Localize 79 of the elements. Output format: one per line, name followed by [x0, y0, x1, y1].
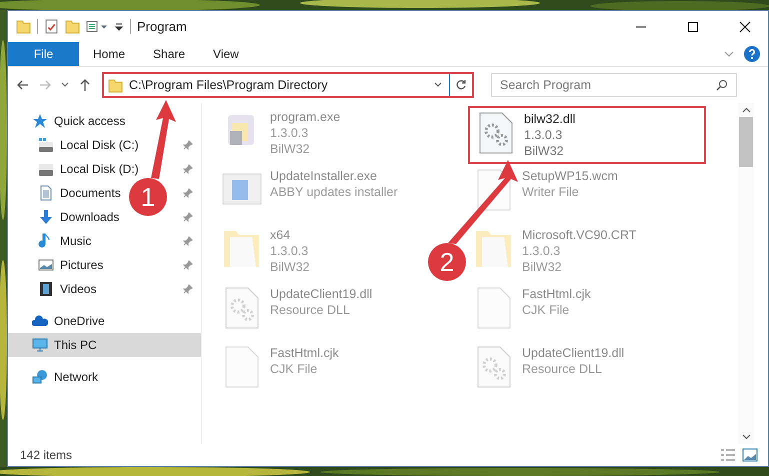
help-icon[interactable]	[744, 46, 760, 62]
file-menu-tab[interactable]: File	[8, 42, 79, 66]
close-icon[interactable]	[739, 20, 751, 32]
drive-icon	[38, 137, 54, 153]
file-detail: 1.3.0.3	[270, 243, 310, 259]
pin-icon[interactable]	[183, 140, 193, 150]
sidebar-item[interactable]: Music	[38, 231, 92, 251]
file-name: bilw32.dll	[524, 111, 576, 127]
sidebar-item[interactable]: Local Disk (D:)	[38, 159, 139, 179]
file-detail: BilW32	[522, 259, 563, 275]
file-detail: ABBY updates installer	[270, 184, 398, 200]
ribbon-tab[interactable]: Share	[139, 42, 200, 66]
pin-icon[interactable]	[183, 284, 193, 294]
maximize-icon[interactable]	[687, 20, 699, 32]
scroll-down-icon[interactable]	[742, 434, 750, 440]
file-name: UpdateClient19.dll	[270, 286, 372, 302]
pin-icon[interactable]	[183, 260, 193, 270]
down-arrow-icon	[38, 209, 54, 225]
search-icon[interactable]	[716, 79, 728, 91]
file-detail: 1.3.0.3	[524, 127, 564, 143]
file-detail: 1.3.0.3	[270, 125, 310, 141]
sidebar-item[interactable]: OneDrive	[32, 311, 105, 331]
network-icon	[32, 369, 48, 385]
callout-badge: 2	[428, 243, 466, 281]
file-name: UpdateInstaller.exe	[270, 168, 378, 184]
file-name: Microsoft.VC90.CRT	[522, 227, 636, 243]
pin-icon[interactable]	[183, 164, 193, 174]
file-detail: BilW32	[270, 259, 310, 275]
file-name: x64	[270, 227, 292, 243]
sidebar-item[interactable]: This PC	[32, 335, 97, 355]
item-count: 142 items	[20, 448, 72, 462]
dropdown-icon[interactable]	[114, 22, 124, 32]
star-icon	[32, 113, 48, 129]
folder-icon	[108, 78, 123, 92]
refresh-icon[interactable]	[455, 79, 467, 91]
pin-icon[interactable]	[183, 188, 193, 198]
file-detail: BilW32	[524, 143, 565, 159]
file-detail: CJK File	[522, 302, 570, 318]
sidebar-item[interactable]: Quick access	[32, 111, 126, 131]
file-detail: BilW32	[270, 141, 311, 157]
window-title: Program	[137, 19, 187, 34]
scroll-up-icon[interactable]	[742, 107, 750, 113]
file-name: FastHtml.cjk	[270, 345, 339, 361]
pin-icon[interactable]	[183, 236, 193, 246]
pin-icon[interactable]	[183, 212, 193, 222]
callout-badge: 1	[129, 178, 167, 216]
file-detail: CJK File	[270, 361, 318, 377]
sidebar-item[interactable]: Local Disk (C:)	[38, 135, 139, 155]
sidebar-item[interactable]: Pictures	[38, 255, 104, 275]
scrollbar-thumb[interactable]	[739, 117, 753, 167]
document-icon	[38, 185, 54, 201]
expand-ribbon-icon[interactable]	[724, 49, 734, 59]
file-name: FastHtml.cjk	[522, 286, 591, 302]
monitor-icon	[32, 337, 48, 353]
file-detail: Resource DLL	[522, 361, 603, 377]
view-options-icon[interactable]	[86, 19, 108, 34]
large-icons-view-icon[interactable]	[742, 448, 758, 462]
cloud-icon	[32, 313, 48, 329]
ribbon-tab[interactable]: Home	[79, 42, 140, 66]
properties-icon[interactable]	[44, 19, 59, 34]
up-icon[interactable]	[78, 78, 92, 92]
search-field[interactable]: Search Program	[491, 73, 737, 97]
file-item[interactable]: bilw32.dll 1.3.0.3 BilW32	[468, 106, 706, 164]
sidebar-item[interactable]: Documents	[38, 183, 121, 203]
details-view-icon[interactable]	[720, 448, 736, 462]
sidebar-item[interactable]: Downloads	[38, 207, 120, 227]
file-name: SetupWP15.wcm	[522, 168, 618, 184]
file-detail: Writer File	[522, 184, 580, 200]
sidebar-item[interactable]: Network	[32, 367, 98, 387]
file-name: UpdateClient19.dll	[522, 345, 624, 361]
film-icon	[38, 281, 54, 297]
file-detail: Resource DLL	[270, 302, 351, 318]
file-detail: 1.3.0.3	[522, 243, 562, 259]
sidebar-item[interactable]: Videos	[38, 279, 96, 299]
file-name: program.exe	[270, 109, 340, 125]
back-icon[interactable]	[16, 78, 30, 92]
ribbon-tab[interactable]: View	[199, 42, 253, 66]
drive-icon	[38, 161, 54, 177]
picture-icon	[38, 257, 54, 273]
